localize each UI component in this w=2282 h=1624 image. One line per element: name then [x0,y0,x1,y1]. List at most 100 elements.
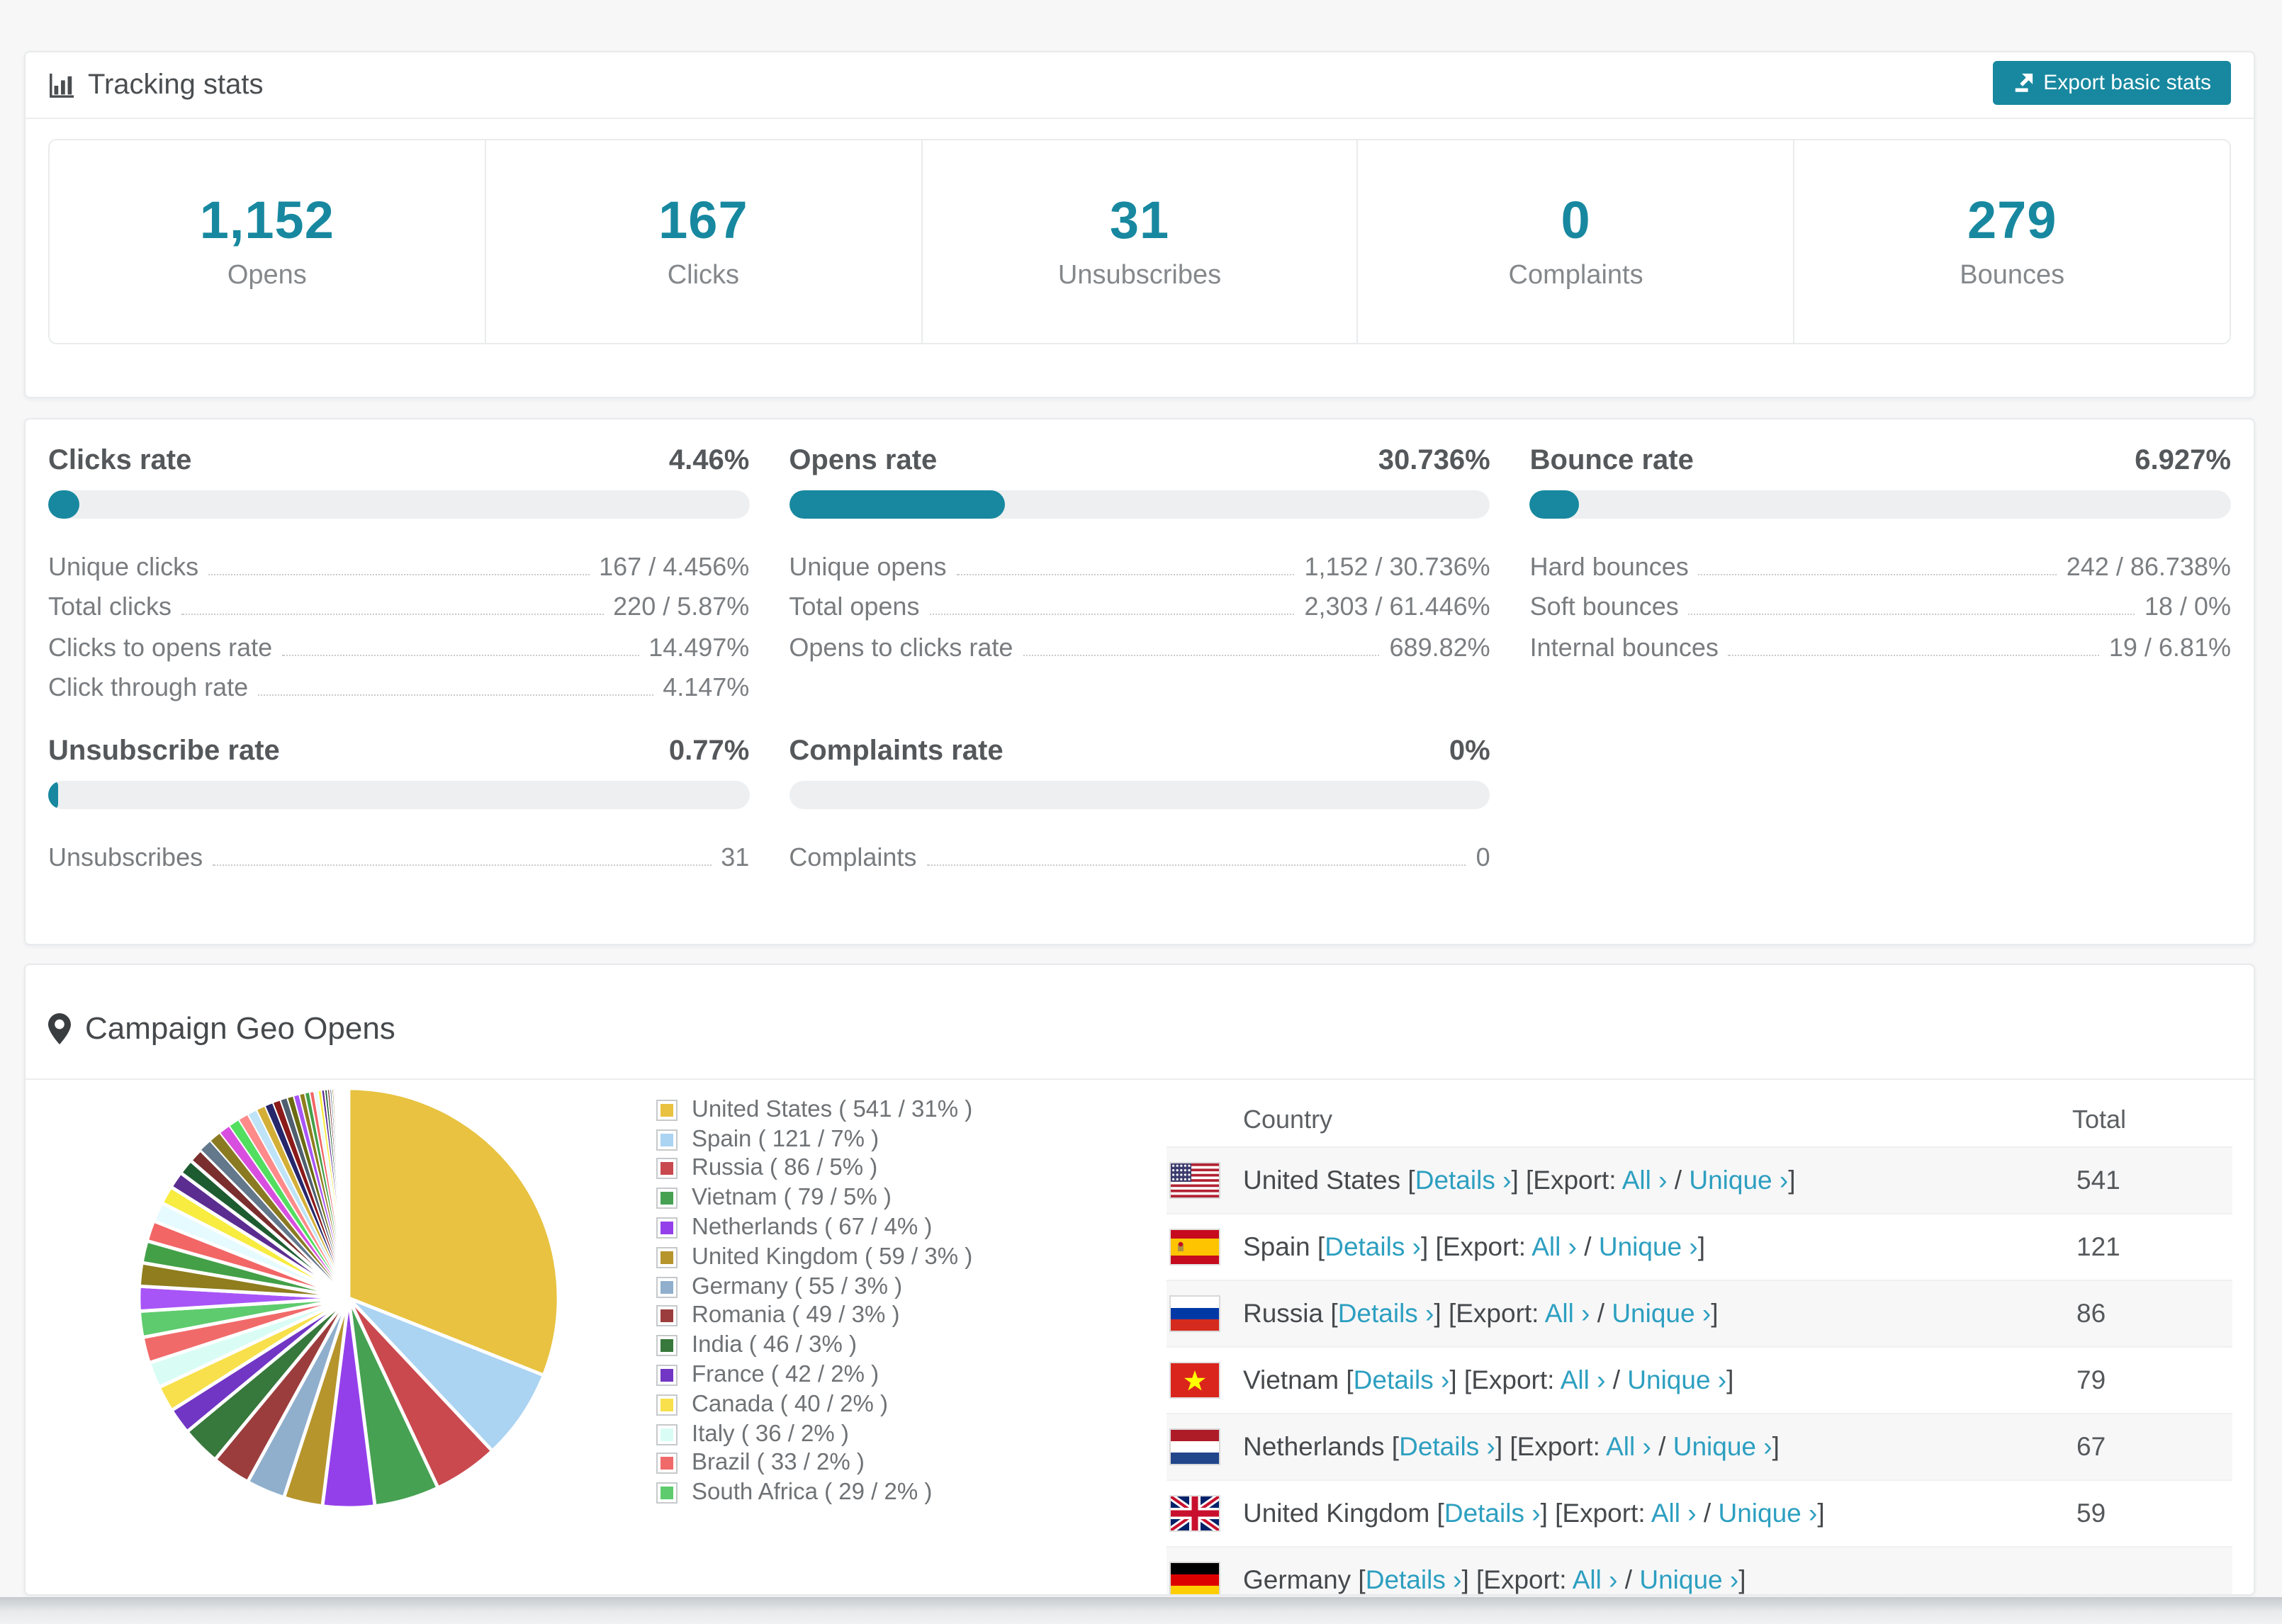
progress-bar-fill [789,490,1005,519]
bracket: [ [1310,1231,1325,1261]
export-all-link[interactable]: All › [1561,1365,1606,1394]
campaign-geo-opens-card: Campaign Geo Opens United States ( 541 /… [24,964,2255,1596]
rate-value: 0.77% [668,735,750,767]
geo-table-header-country: Country [1243,1105,1333,1133]
export-unique-link[interactable]: Unique › [1689,1165,1788,1195]
export-unique-link[interactable]: Unique › [1627,1365,1726,1394]
export-unique-link[interactable]: Unique › [1639,1564,1738,1594]
details-link[interactable]: Details › [1338,1298,1434,1328]
export-unique-link[interactable]: Unique › [1599,1231,1698,1261]
rate-detail-label: Unique clicks [48,552,199,581]
page-bottom-edge [0,1597,2282,1624]
summary-value: 279 [1967,191,2057,249]
export-all-link[interactable]: All › [1573,1564,1618,1594]
legend-label: Vietnam ( 79 / 5% ) [692,1185,892,1211]
export-all-link[interactable]: All › [1622,1165,1668,1195]
export-all-link[interactable]: All › [1606,1431,1651,1461]
legend-item: Vietnam ( 79 / 5% ) [656,1184,972,1214]
summary-box: 1,152 Opens [50,140,485,343]
geo-table-row: United Kingdom [Details ›] [Export: All … [1167,1479,2232,1546]
progress-bar [48,781,750,809]
tracking-stats-header: Tracking stats Export basic stats [26,52,2254,119]
rate-detail-row: Click through rate 4.147% [48,661,749,701]
location-pin-icon [48,1013,71,1044]
rate-detail-rows: Complaints 0 [789,830,1490,871]
export-label: ] [Export: [1461,1564,1573,1594]
rate-detail-label: Complaints [789,842,917,872]
legend-label: Italy ( 36 / 2% ) [692,1421,849,1447]
rate-title-row: Unsubscribe rate 0.77% [48,735,749,768]
export-label: ] [Export: [1434,1298,1545,1328]
legend-swatch [656,1423,678,1445]
legend-label: United Kingdom ( 59 / 3% ) [692,1244,973,1270]
dashboard-page: Tracking stats Export basic stats 1,152 O… [0,0,2282,1624]
legend-item: United States ( 541 / 31% ) [656,1095,972,1125]
slash: / [1667,1165,1690,1195]
rate-title: Bounce rate [1529,445,1694,476]
bracket: [ [1429,1498,1444,1528]
geo-opens-table: Country Total United States [Details ›] … [1167,1093,2232,1594]
rate-detail-value: 0 [1476,842,1490,872]
legend-swatch [656,1482,678,1504]
country-name: Vietnam [1243,1365,1339,1394]
rate-detail-rows: Hard bounces 242 / 86.738% Soft bounces 18 … [1530,540,2231,661]
rate-detail-value: 2,303 / 61.446% [1304,592,1490,621]
progress-bar [789,781,1490,809]
bracket: [ [1400,1165,1415,1195]
bracket: [ [1339,1365,1354,1394]
rate-detail-row: Total opens 2,303 / 61.446% [789,580,1490,621]
country-name: Russia [1243,1298,1324,1328]
geo-country-cell: United States [Details ›] [Export: All ›… [1243,1165,2076,1196]
geo-table-row: Netherlands [Details ›] [Export: All › /… [1167,1413,2232,1479]
export-all-link[interactable]: All › [1651,1498,1697,1528]
summary-box: 279 Bounces [1793,140,2230,343]
legend-swatch [656,1394,678,1416]
progress-bar [789,490,1490,519]
export-basic-stats-button[interactable]: Export basic stats [1992,61,2231,105]
rates-grid: Clicks rate 4.46% Unique clicks 167 / 4.456… [48,445,2231,871]
details-link[interactable]: Details › [1399,1431,1495,1461]
geo-total-cell: 59 [2076,1498,2106,1528]
summary-box: 0 Complaints [1356,140,1794,343]
rate-title-row: Complaints rate 0% [789,735,1490,768]
export-unique-link[interactable]: Unique › [1673,1431,1772,1461]
progress-bar-fill [1529,490,1579,519]
geo-country-cell: United Kingdom [Details ›] [Export: All … [1243,1498,2076,1529]
legend-item: France ( 42 / 2% ) [656,1360,972,1390]
details-link[interactable]: Details › [1444,1498,1541,1528]
rate-value: 0% [1449,735,1490,767]
rate-detail-label: Total opens [789,592,920,621]
legend-label: France ( 42 / 2% ) [692,1362,879,1388]
geo-total-cell: 541 [2076,1165,2120,1195]
rate-detail-label: Soft bounces [1529,592,1679,621]
country-name: Germany [1243,1564,1351,1594]
geo-table-row: Russia [Details ›] [Export: All › / Uniq… [1167,1280,2232,1346]
rate-detail-value: 4.147% [663,673,750,702]
bracket: ] [1817,1498,1825,1528]
legend-item: Russia ( 86 / 5% ) [656,1154,972,1184]
geo-country-cell: Germany [Details ›] [Export: All › / Uni… [1243,1564,2076,1594]
details-link[interactable]: Details › [1325,1231,1421,1261]
legend-swatch [656,1335,678,1357]
details-link[interactable]: Details › [1354,1365,1450,1394]
details-link[interactable]: Details › [1415,1165,1512,1195]
rate-title-row: Opens rate 30.736% [789,445,1490,478]
export-unique-link[interactable]: Unique › [1718,1498,1817,1528]
details-link[interactable]: Details › [1366,1564,1462,1594]
rate-detail-label: Total clicks [48,592,172,621]
summary-label: Complaints [1508,261,1643,291]
export-unique-link[interactable]: Unique › [1612,1298,1711,1328]
rate-detail-row: Clicks to opens rate 14.497% [48,621,749,661]
slash: / [1577,1231,1599,1261]
legend-item: Canada ( 40 / 2% ) [656,1390,972,1420]
geo-table-header-row: Country Total [1167,1093,2232,1146]
rate-value: 6.927% [2135,445,2231,476]
export-all-link[interactable]: All › [1531,1231,1577,1261]
export-label: ] [Export: [1540,1498,1651,1528]
rate-section-complaints-rate: Complaints rate 0% Complaints 0 [789,735,1490,871]
bar-chart-icon [48,72,75,98]
summary-label: Bounces [1960,261,2065,291]
summary-value: 31 [1109,191,1170,249]
bracket: [ [1323,1298,1338,1328]
export-all-link[interactable]: All › [1545,1298,1590,1328]
